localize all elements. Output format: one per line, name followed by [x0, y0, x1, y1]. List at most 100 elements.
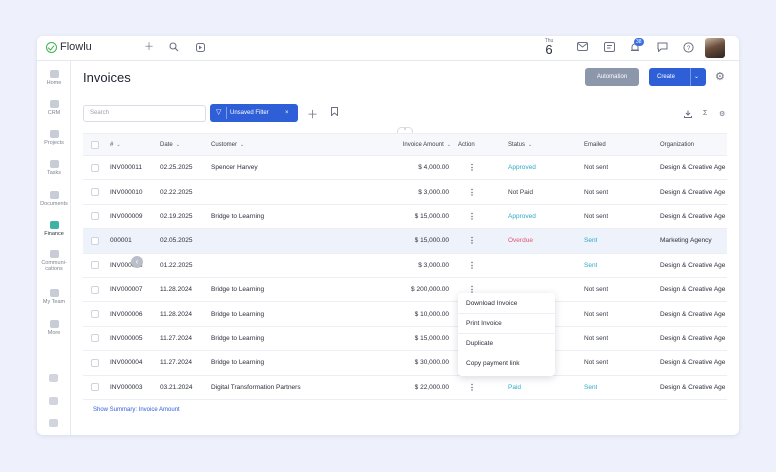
invoice-date: 01.22.2025 [160, 261, 193, 269]
sidebar-item-projects[interactable]: Projects [37, 130, 71, 146]
sidebar-item-label: Tasks [46, 170, 62, 176]
invoice-number[interactable]: 000001 [110, 229, 132, 252]
invoice-customer[interactable]: Bridge to Learning [211, 278, 381, 301]
row-checkbox[interactable] [91, 180, 99, 203]
menu-item-print-invoice[interactable]: Print Invoice [458, 314, 555, 334]
table-row[interactable]: INV000004 11.27.2024 Bridge to Learning $ 3… [83, 351, 727, 376]
row-checkbox[interactable] [91, 327, 99, 350]
invoice-number[interactable]: INV000010 [110, 180, 143, 203]
invoice-customer[interactable]: Bridge to Learning [211, 205, 381, 228]
search-icon[interactable] [168, 42, 180, 54]
row-checkbox[interactable] [91, 205, 99, 228]
more-actions-icon[interactable]: ⋮ [468, 376, 475, 395]
sidebar-item-crm[interactable]: CRM [37, 100, 71, 116]
more-actions-icon[interactable]: ⋮ [468, 254, 475, 277]
help-icon[interactable]: ? [682, 42, 694, 54]
chevron-down-icon[interactable]: ⌄ [694, 68, 699, 86]
sidebar-item-home[interactable]: Home [37, 70, 71, 86]
invoice-number[interactable]: INV000006 [110, 302, 143, 325]
column-header-status[interactable]: Status ⌄ [508, 134, 532, 155]
more-actions-icon[interactable]: ⋮ [468, 205, 475, 228]
create-button-divider [690, 68, 691, 86]
scroll-left-icon[interactable]: ‹ [131, 256, 143, 268]
support-icon[interactable] [49, 419, 58, 427]
table-row[interactable]: INV000007 11.28.2024 Bridge to Learning $ 2… [83, 278, 727, 303]
bookmark-icon[interactable] [331, 107, 338, 118]
today-date[interactable]: Thu 6 [543, 38, 555, 56]
table-row[interactable]: INV000005 11.27.2024 Bridge to Learning $ 1… [83, 327, 727, 352]
sidebar-item-communications[interactable]: Communi- cations [37, 250, 71, 272]
invoice-customer[interactable] [211, 229, 381, 252]
mail-icon[interactable] [576, 42, 588, 54]
invoice-number[interactable]: INV000003 [110, 376, 143, 395]
table-row[interactable]: 000001 02.05.2025 $ 15,000.00 ⋮ Overdue Sent M… [83, 229, 727, 254]
menu-item-copy-payment-link[interactable]: Copy payment link [458, 354, 555, 374]
more-actions-icon[interactable]: ⋮ [468, 156, 475, 179]
row-checkbox[interactable] [91, 278, 99, 301]
row-checkbox[interactable] [91, 156, 99, 179]
table-row[interactable]: INV000011 02.25.2025 Spencer Harvey $ 4,000… [83, 156, 727, 181]
sidebar-item-tasks[interactable]: Tasks [37, 160, 71, 176]
menu-item-download-invoice[interactable]: Download Invoice [458, 294, 555, 314]
sidebar-item-finance[interactable]: Finance [37, 221, 71, 237]
status-badge: Approved [508, 164, 536, 172]
row-checkbox[interactable] [91, 229, 99, 252]
invoice-customer[interactable]: Bridge to Learning [211, 351, 381, 374]
table-header: # ⌄ Date ⌄ Customer ⌄ Invoice Amount ⌄ Actio… [83, 134, 727, 156]
table-row[interactable]: INV000010 02.22.2025 $ 3,000.00 ⋮ Not Paid No… [83, 180, 727, 205]
app-logo[interactable]: Flowlu [46, 41, 92, 53]
table-settings-icon[interactable]: ⚙ [719, 110, 725, 118]
menu-item-duplicate[interactable]: Duplicate [458, 334, 555, 354]
sidebar-item-my-team[interactable]: My Team [37, 289, 71, 305]
table-row[interactable]: INV000003 03.21.2024 Digital Transformatio… [83, 376, 727, 395]
search-input[interactable]: Search [83, 105, 206, 122]
add-filter-icon[interactable]: ＋ [307, 106, 318, 122]
invoice-customer[interactable]: Spencer Harvey [211, 156, 381, 179]
invoice-organization: Design & Creative Age [660, 359, 726, 367]
show-summary-link[interactable]: Show Summary: Invoice Amount [93, 407, 180, 413]
plus-icon[interactable]: ＋ [143, 42, 155, 54]
timer-icon[interactable] [194, 42, 206, 54]
automation-button[interactable]: Automation [585, 68, 639, 86]
sum-icon[interactable]: Σ [703, 110, 707, 117]
invoice-customer[interactable]: Bridge to Learning [211, 327, 381, 350]
more-actions-icon[interactable]: ⋮ [468, 180, 475, 203]
user-avatar[interactable] [705, 38, 725, 58]
table-row[interactable]: INV000008 01.22.2025 $ 3,000.00 ⋮ Sent Design… [83, 254, 727, 278]
invoice-customer[interactable] [211, 180, 381, 203]
more-actions-icon[interactable]: ⋮ [468, 229, 475, 252]
create-button[interactable]: Create ⌄ [649, 68, 706, 86]
export-icon[interactable] [684, 110, 692, 120]
chat-bubble-icon[interactable] [656, 42, 668, 54]
invoice-customer[interactable]: Bridge to Learning [211, 302, 381, 325]
invoice-amount: $ 15,000.00 [414, 334, 449, 342]
sidebar-item-documents[interactable]: Documents [37, 191, 71, 207]
invoice-number[interactable]: INV000007 [110, 278, 143, 301]
invoice-customer[interactable]: Digital Transformation Partners [211, 376, 381, 395]
unsaved-filter-chip[interactable]: ▽ Unsaved Filter × [210, 104, 298, 122]
table-row[interactable]: INV000009 02.19.2025 Bridge to Learning $ 1… [83, 205, 727, 230]
invoice-number[interactable]: INV000011 [110, 156, 142, 179]
row-checkbox[interactable] [91, 302, 99, 325]
column-header-number[interactable]: # ⌄ [110, 134, 121, 155]
row-checkbox[interactable] [91, 254, 99, 277]
column-header-customer[interactable]: Customer ⌄ [211, 134, 244, 155]
sidebar-item-label: CRM [47, 110, 61, 116]
column-header-date[interactable]: Date ⌄ [160, 134, 180, 155]
invoice-number[interactable]: INV000005 [110, 327, 143, 350]
row-checkbox[interactable] [91, 376, 99, 395]
sidebar-item-more[interactable]: More [37, 320, 71, 336]
notes-icon[interactable] [49, 397, 58, 405]
table-row[interactable]: INV000006 11.28.2024 Bridge to Learning $ 1… [83, 302, 727, 327]
select-all-checkbox[interactable] [91, 134, 99, 155]
invoice-number[interactable]: INV000004 [110, 351, 143, 374]
row-checkbox[interactable] [91, 351, 99, 374]
integrations-icon[interactable] [49, 374, 58, 382]
invoice-icon[interactable] [603, 42, 615, 54]
invoice-amount: $ 3,000.00 [418, 188, 449, 196]
close-icon[interactable]: × [285, 104, 289, 122]
column-header-amount[interactable]: Invoice Amount ⌄ [383, 134, 451, 155]
invoice-customer[interactable] [211, 254, 381, 277]
invoice-number[interactable]: INV000009 [110, 205, 143, 228]
gear-icon[interactable]: ⚙ [715, 71, 727, 83]
